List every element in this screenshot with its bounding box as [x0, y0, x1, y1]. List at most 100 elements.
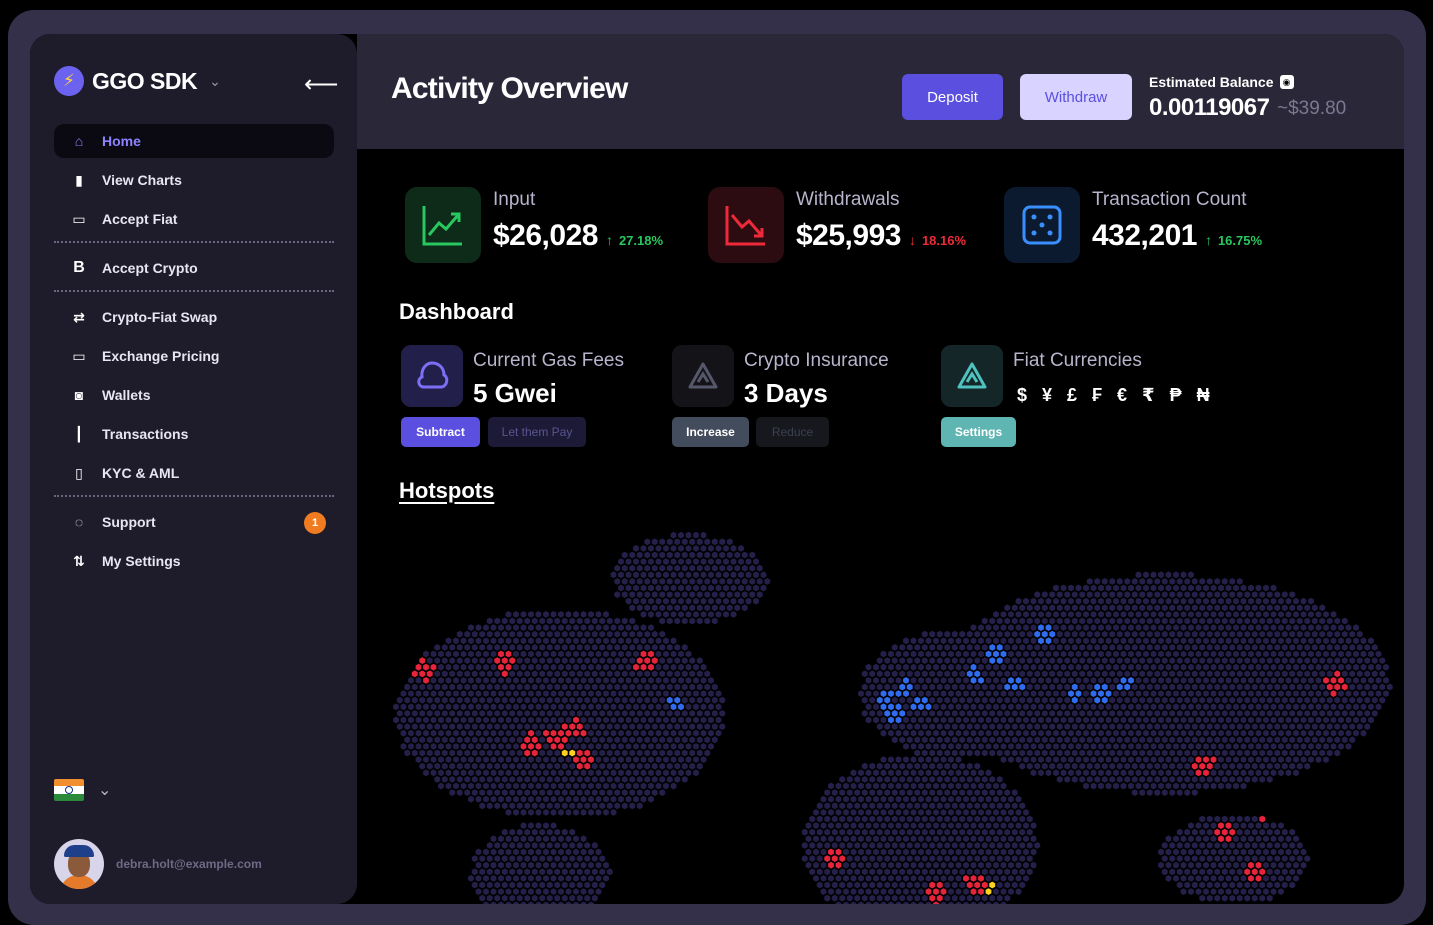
map-hex — [516, 657, 523, 664]
sidebar-item-view-charts[interactable]: ▮ View Charts — [54, 163, 334, 197]
sidebar-item-label: Wallets — [102, 387, 151, 403]
map-hex — [828, 875, 834, 882]
sidebar-item-crypto-fiat-swap[interactable]: ⇄ Crypto-Fiat Swap — [54, 300, 334, 334]
collapse-sidebar-icon[interactable]: ⟵ — [304, 70, 338, 99]
language-selector[interactable]: ⌄ — [54, 779, 111, 801]
map-hex — [678, 558, 684, 565]
sidebar-item-wallets[interactable]: ◙ Wallets — [54, 378, 334, 412]
map-hex — [1094, 762, 1101, 770]
map-hex — [903, 637, 909, 645]
brand-switcher[interactable]: ⚡ GGO SDK ⌄ — [54, 66, 221, 96]
map-hex — [1161, 696, 1168, 704]
map-hex — [670, 769, 677, 777]
subtract-button[interactable]: Subtract — [401, 417, 480, 447]
map-hex — [1259, 617, 1266, 625]
withdraw-button[interactable]: Withdraw — [1020, 74, 1132, 120]
map-hex — [588, 875, 594, 882]
map-hex — [490, 901, 497, 904]
map-hex — [1161, 683, 1168, 691]
map-hex — [591, 842, 598, 849]
map-hex — [569, 670, 576, 678]
map-hex — [1030, 756, 1037, 763]
map-hex — [914, 842, 921, 849]
map-hex — [1143, 597, 1149, 605]
map-hex — [513, 782, 519, 790]
sidebar-item-transactions[interactable]: ┃ Transactions — [54, 417, 334, 451]
map-hex — [858, 809, 864, 816]
map-hex — [1214, 591, 1221, 598]
map-hex — [719, 591, 726, 598]
map-hex — [501, 776, 508, 783]
map-hex — [1019, 762, 1026, 770]
hotspots-title[interactable]: Hotspots — [399, 478, 494, 504]
map-hex — [1188, 782, 1194, 790]
map-hex — [1139, 776, 1146, 783]
map-hex — [558, 809, 564, 816]
sidebar-item-accept-fiat[interactable]: ▭ Accept Fiat — [54, 202, 334, 236]
map-hex — [1116, 670, 1123, 678]
sidebar-item-support[interactable]: ◌ Support 1 — [54, 505, 334, 539]
map-hex — [513, 729, 519, 737]
map-hex — [659, 617, 666, 625]
map-hex — [1210, 743, 1217, 750]
sidebar-item-my-settings[interactable]: ⇅ My Settings — [54, 544, 334, 578]
map-hex — [531, 842, 538, 849]
sidebar-item-exchange-pricing[interactable]: ▭ Exchange Pricing — [54, 339, 334, 373]
deposit-button[interactable]: Deposit — [902, 74, 1003, 120]
sidebar-item-kyc-aml[interactable]: ▯ KYC & AML — [54, 456, 334, 490]
map-hex — [1034, 617, 1041, 625]
map-hex — [1218, 703, 1224, 711]
map-hex — [1045, 637, 1052, 645]
map-hex — [595, 637, 602, 645]
map-hex — [498, 901, 504, 904]
settings-button[interactable]: Settings — [941, 417, 1016, 447]
map-hex — [978, 624, 984, 631]
let-them-pay-button[interactable]: Let them Pay — [488, 417, 586, 447]
map-hex — [408, 743, 414, 750]
map-hex — [708, 611, 714, 618]
map-hex — [509, 868, 516, 876]
map-hex — [940, 848, 947, 856]
map-hex — [486, 855, 493, 862]
map-hex — [434, 670, 441, 678]
map-hex — [520, 703, 527, 711]
map-hex — [955, 637, 962, 645]
map-hex — [629, 564, 636, 572]
map-hex — [456, 736, 463, 744]
map-hex — [475, 663, 482, 671]
user-profile[interactable]: debra.holt@example.com — [54, 839, 262, 889]
map-hex — [501, 644, 508, 651]
map-hex — [1105, 650, 1112, 658]
map-hex — [719, 551, 726, 559]
map-hex — [951, 815, 958, 823]
map-hex — [948, 690, 954, 697]
map-hex — [1011, 670, 1018, 678]
map-hex — [565, 782, 572, 790]
map-hex — [441, 776, 448, 783]
map-hex — [955, 861, 962, 869]
map-hex — [1225, 677, 1232, 684]
sidebar-item-home[interactable]: ⌂ Home — [54, 124, 334, 158]
map-hex — [1255, 677, 1262, 684]
map-hex — [1338, 690, 1344, 697]
map-hex — [873, 769, 879, 777]
map-hex — [603, 690, 609, 697]
map-hex — [865, 875, 872, 882]
map-hex — [1184, 683, 1191, 691]
eye-icon[interactable]: ◉ — [1279, 75, 1294, 89]
map-hex — [1120, 624, 1127, 631]
map-hex — [1274, 736, 1281, 744]
map-hex — [1270, 597, 1277, 605]
map-hex — [685, 756, 692, 763]
map-hex — [1154, 604, 1161, 612]
increase-button[interactable]: Increase — [672, 417, 749, 447]
reduce-button[interactable]: Reduce — [756, 417, 829, 447]
map-hex — [1323, 716, 1329, 724]
map-hex — [1154, 723, 1161, 730]
map-hex — [509, 828, 516, 836]
sidebar-item-accept-crypto[interactable]: B Accept Crypto — [54, 251, 334, 285]
map-hex — [471, 881, 478, 889]
map-hex — [1199, 749, 1206, 757]
map-hex — [1281, 657, 1288, 664]
map-hex — [899, 789, 906, 796]
